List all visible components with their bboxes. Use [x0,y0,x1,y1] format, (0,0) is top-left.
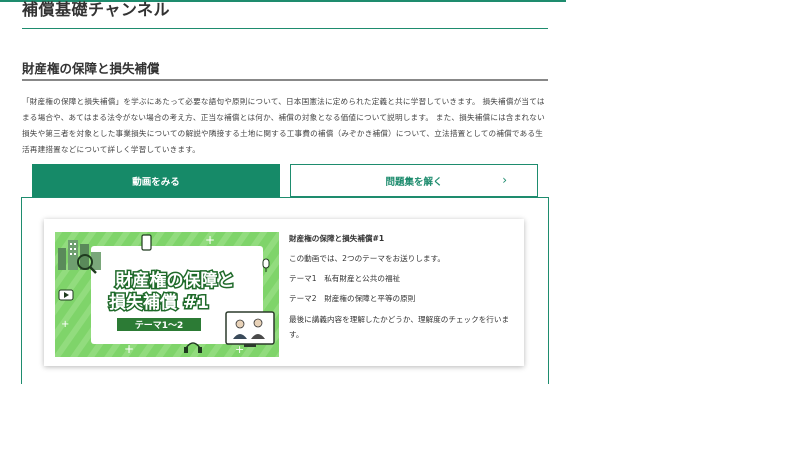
phone-icon [141,234,152,251]
channel-title: 補償基礎チャンネル [22,0,171,19]
tab-watch-video[interactable]: 動画をみる [32,164,280,197]
section-title: 財産権の保障と損失補償 [22,61,160,76]
thumbnail-title-line1: 財産権の保障と [115,270,235,291]
svg-text:+: + [235,343,244,356]
video-info: 財産権の保障と損失補償#1 この動画では、2つのテーマをお送りします。 テーマ1… [289,232,519,342]
video-intro: この動画では、2つのテーマをお送りします。 [289,254,445,263]
svg-text:+: + [61,319,69,330]
tab-solve-questions-label: 問題集を解く [385,176,443,188]
svg-text:+: + [205,233,215,247]
chevron-right-icon: › [502,173,507,187]
tab-watch-video-label: 動画をみる [132,176,180,188]
thumbnail-title-line2: 損失補償 #1 [109,292,209,313]
video-thumbnail[interactable]: + + + + 財産権の保障と 損失補償 #1 テーマ1～2 [55,232,279,357]
video-theme-2: テーマ2 財産権の保障と平等の原則 [289,294,416,303]
section-description: 「財産権の保障と損失補償」を学ぶにあたって必要な語句や原則について、日本国憲法に… [22,97,545,154]
video-title: 財産権の保障と損失補償#1 [289,234,385,243]
section-title-rule [22,79,548,81]
presenters-illustration [225,311,275,347]
channel-title-rule [22,28,548,29]
tab-solve-questions[interactable]: 問題集を解く › [290,164,538,197]
play-icon [58,289,74,301]
video-theme-1: テーマ1 私有財産と公共の福祉 [289,274,401,283]
video-closing: 最後に講義内容を理解したかどうか、理解度のチェックを行います。 [289,315,510,339]
thumbnail-ribbon: テーマ1～2 [135,320,184,331]
svg-text:+: + [124,342,134,356]
